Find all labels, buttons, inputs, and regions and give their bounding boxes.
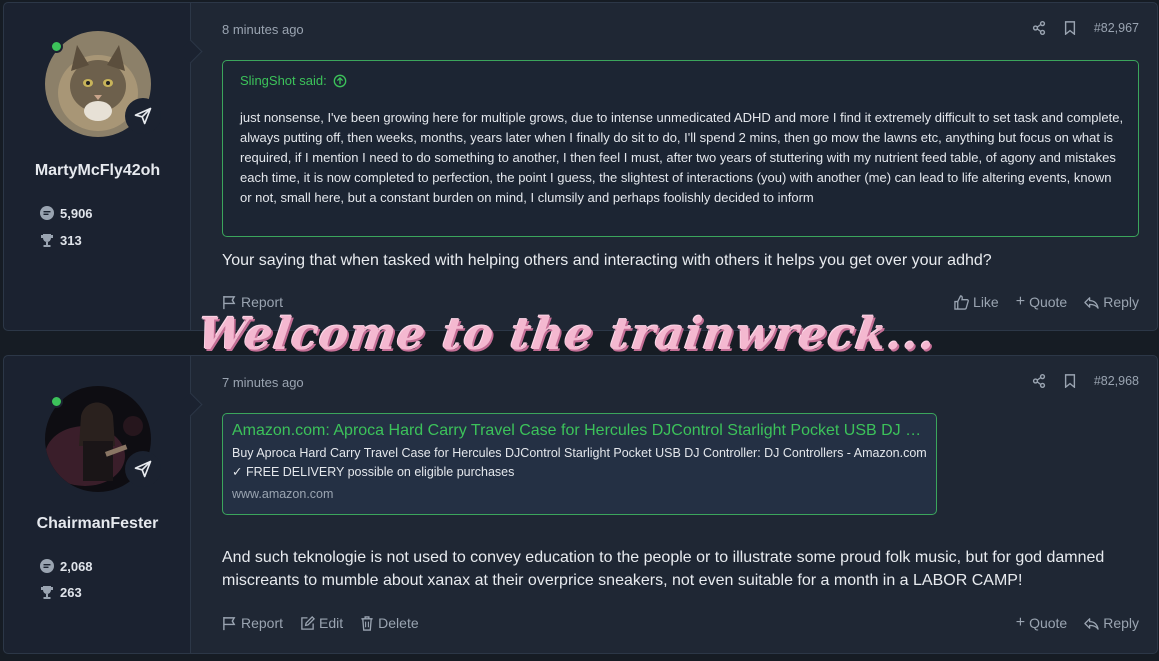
user-cell: ChairmanFester 2,068 263 (4, 356, 191, 653)
username[interactable]: ChairmanFester (4, 515, 191, 533)
post-message: And such teknologie is not used to conve… (222, 549, 1105, 589)
messages-count: 5,906 (60, 205, 93, 221)
plus-icon: + (1015, 614, 1026, 631)
online-status-dot (50, 40, 63, 53)
post-time[interactable]: 8 minutes ago (222, 22, 304, 37)
post-main: 7 minutes ago #82,968 Amazon.com: Aproca… (222, 356, 1139, 653)
share-icon[interactable] (1032, 21, 1046, 35)
quote-button[interactable]: + Quote (1016, 293, 1067, 311)
post-number[interactable]: #82,967 (1094, 21, 1139, 35)
bookmark-icon[interactable] (1064, 374, 1076, 388)
thumbs-up-icon (954, 294, 969, 310)
messages-icon (40, 559, 54, 573)
reactions-stat: 313 (39, 232, 82, 248)
online-status-dot (50, 395, 63, 408)
share-icon[interactable] (1032, 374, 1046, 388)
like-label: Like (973, 294, 999, 310)
flag-icon (223, 616, 236, 630)
post-number[interactable]: #82,968 (1094, 374, 1139, 388)
plus-icon: + (1015, 293, 1026, 310)
link-domain: www.amazon.com (232, 487, 334, 501)
reactions-count: 263 (60, 584, 82, 600)
messages-stat: 2,068 (39, 558, 93, 574)
reply-icon (1084, 617, 1099, 630)
bookmark-icon[interactable] (1064, 21, 1076, 35)
reactions-stat: 263 (39, 584, 82, 600)
report-label: Report (241, 294, 284, 310)
arrow-up-circle-icon[interactable] (333, 74, 347, 88)
quote-text: just nonsense, I've been growing here fo… (240, 110, 1124, 205)
post-82968: ChairmanFester 2,068 263 7 minutes ago #… (3, 355, 1158, 654)
post-message: Your saying that when tasked with helpin… (222, 252, 992, 269)
flag-icon (223, 295, 236, 309)
delete-label: Delete (378, 615, 419, 631)
quote-label: Quote (1029, 294, 1068, 310)
report-button[interactable]: Report (222, 614, 283, 632)
reply-button[interactable]: Reply (1084, 614, 1139, 632)
quote-block: SlingShot said: just nonsense, I've been… (222, 60, 1139, 237)
quote-author-label[interactable]: SlingShot said: (240, 73, 327, 88)
messages-stat: 5,906 (39, 205, 93, 221)
paper-plane-icon[interactable] (125, 98, 161, 134)
post-footer: Report Edit Delete + Quote Reply (222, 614, 1139, 632)
trash-icon (361, 615, 373, 631)
post-time[interactable]: 7 minutes ago (222, 375, 304, 390)
link-title[interactable]: Amazon.com: Aproca Hard Carry Travel Cas… (232, 422, 927, 440)
post-main: 8 minutes ago #82,967 SlingShot said: ju… (222, 3, 1139, 330)
report-label: Report (241, 615, 284, 631)
like-button[interactable]: Like (954, 293, 999, 311)
post-tools: #82,968 (1032, 374, 1139, 388)
overlay-caption: Welcome to the trainwreck... (194, 309, 940, 360)
edit-label: Edit (319, 615, 344, 631)
reactions-count: 313 (60, 232, 82, 248)
reply-button[interactable]: Reply (1084, 293, 1139, 311)
edit-button[interactable]: Edit (300, 614, 343, 632)
messages-count: 2,068 (60, 558, 93, 574)
quote-author[interactable]: SlingShot said: (240, 73, 347, 88)
trophy-icon (41, 586, 53, 599)
quote-button[interactable]: + Quote (1016, 614, 1067, 632)
messages-icon (40, 206, 54, 220)
link-description: Buy Aproca Hard Carry Travel Case for He… (232, 446, 927, 479)
reply-label: Reply (1103, 615, 1139, 631)
quote-label: Quote (1029, 615, 1068, 631)
paper-plane-icon[interactable] (125, 451, 161, 487)
post-82967: MartyMcFly42oh 5,906 313 8 minutes ago #… (3, 2, 1158, 331)
edit-icon (301, 615, 316, 630)
reply-label: Reply (1103, 294, 1139, 310)
reply-icon (1084, 296, 1099, 309)
link-preview-card[interactable]: Amazon.com: Aproca Hard Carry Travel Cas… (222, 413, 937, 515)
user-cell: MartyMcFly42oh 5,906 313 (4, 3, 191, 330)
delete-button[interactable]: Delete (360, 614, 419, 632)
trophy-icon (41, 234, 53, 247)
username[interactable]: MartyMcFly42oh (4, 162, 191, 180)
post-tools: #82,967 (1032, 21, 1139, 35)
